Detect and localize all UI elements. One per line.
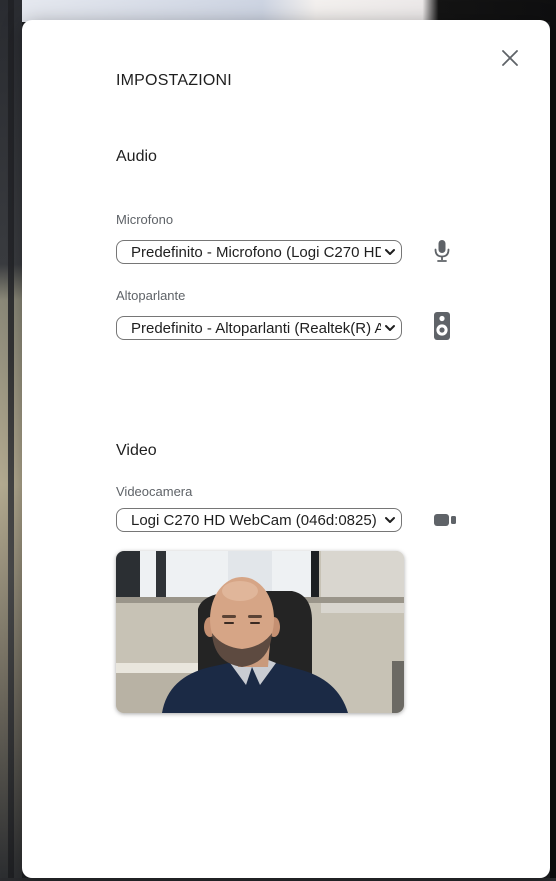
chevron-down-icon [383, 245, 397, 259]
camera-select-value: Logi C270 HD WebCam (046d:0825) [131, 511, 377, 529]
speaker-icon[interactable] [430, 310, 454, 342]
videocam-icon[interactable] [432, 510, 460, 530]
background-top-edge [22, 0, 556, 22]
microphone-label: Microfono [116, 212, 174, 227]
audio-section-title: Audio [116, 148, 157, 165]
settings-dialog: IMPOSTAZIONI Audio Microfono Predefinito… [22, 20, 550, 878]
camera-select[interactable]: Logi C270 HD WebCam (046d:0825) [116, 508, 402, 532]
close-icon [502, 50, 518, 66]
chevron-down-icon [383, 513, 397, 527]
camera-label: Videocamera [116, 484, 193, 499]
close-button[interactable] [496, 44, 524, 72]
speaker-select-value: Predefinito - Altoparlanti (Realtek(R) A… [131, 319, 381, 337]
background-right-edge [550, 0, 556, 881]
background-left-strip [8, 0, 14, 881]
microphone-select-value: Predefinito - Microfono (Logi C270 HD We… [131, 243, 381, 261]
speaker-label: Altoparlante [116, 288, 186, 303]
microphone-icon[interactable] [430, 238, 454, 264]
chevron-down-icon [383, 321, 397, 335]
camera-preview [116, 551, 404, 713]
speaker-select[interactable]: Predefinito - Altoparlanti (Realtek(R) A… [116, 316, 402, 340]
microphone-select[interactable]: Predefinito - Microfono (Logi C270 HD We… [116, 240, 402, 264]
dialog-title: IMPOSTAZIONI [116, 72, 232, 89]
video-section-title: Video [116, 442, 157, 459]
